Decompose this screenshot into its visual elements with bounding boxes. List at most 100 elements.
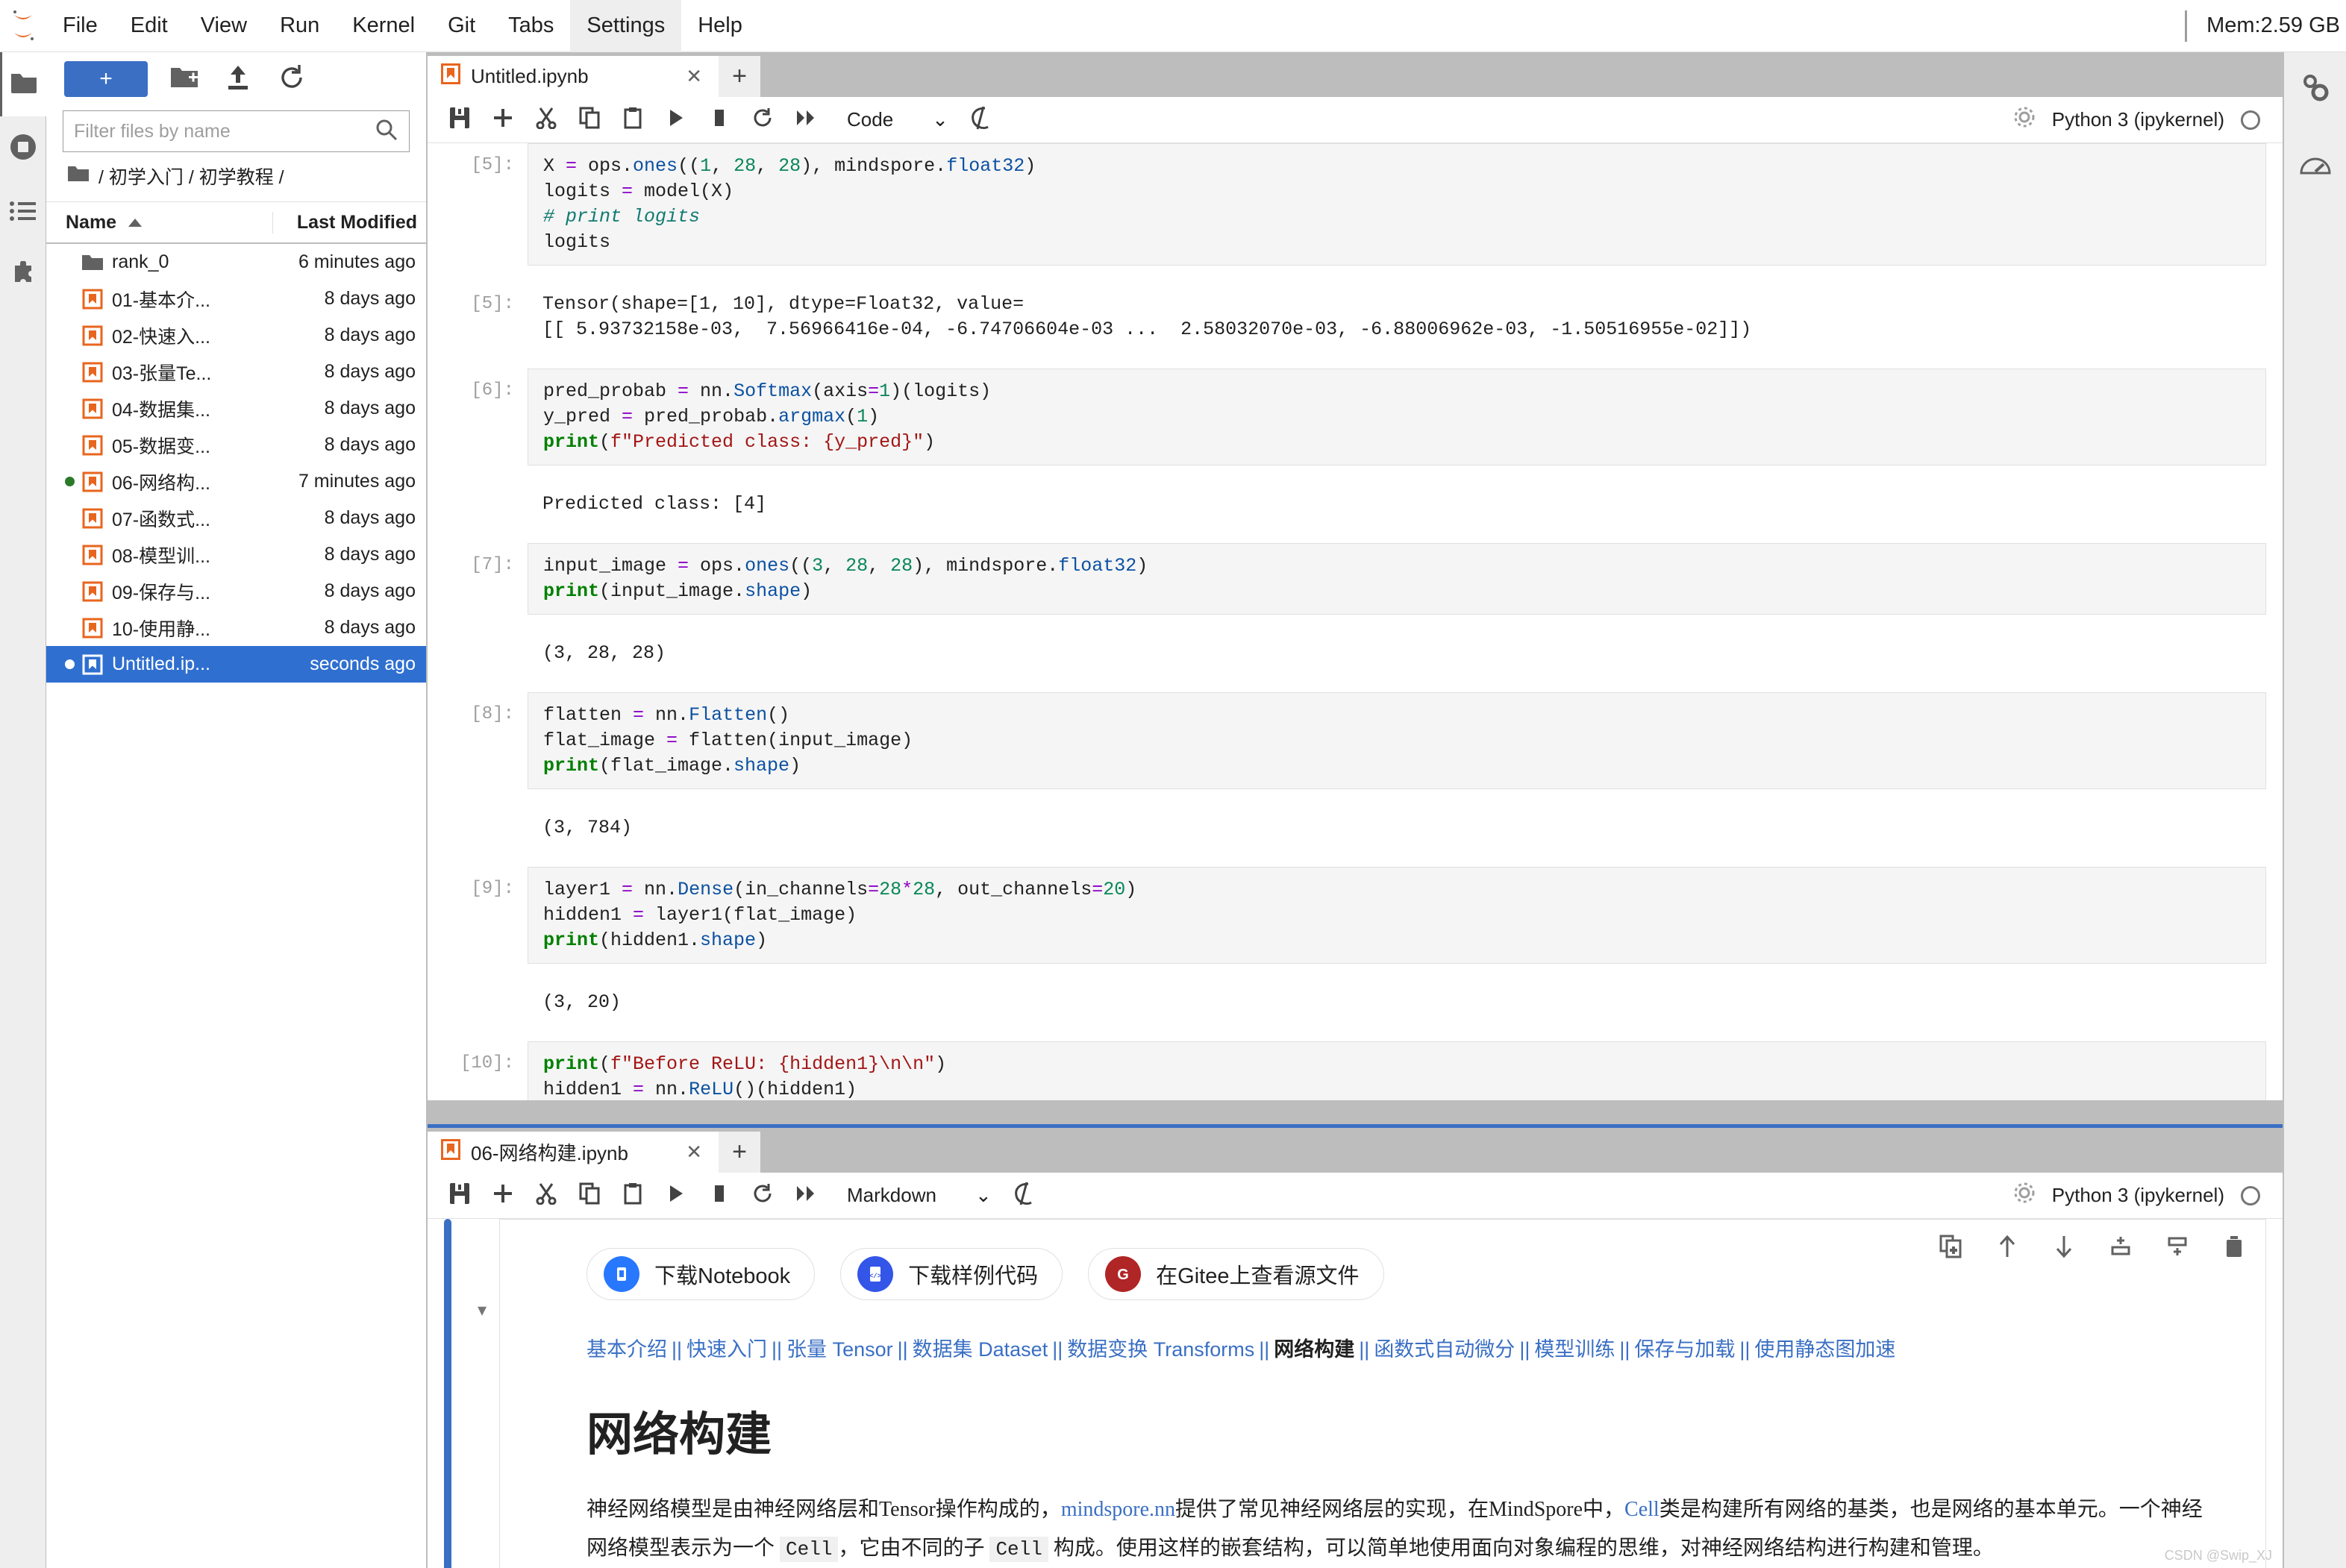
kernel-indicator-top[interactable]: Python 3 (ipykernel): [2013, 106, 2269, 134]
nav-link[interactable]: 函数式自动微分: [1374, 1338, 1515, 1361]
run-cell-button[interactable]: [657, 101, 695, 139]
sidebar-item-property-inspector[interactable]: [2284, 52, 2346, 127]
nav-link[interactable]: 张量 Tensor: [786, 1338, 893, 1361]
save-button[interactable]: [441, 101, 478, 139]
menu-file[interactable]: File: [46, 0, 114, 52]
new-tab-button[interactable]: +: [719, 56, 760, 97]
interrupt-kernel-button[interactable]: [701, 1177, 738, 1214]
sidebar-item-file-browser[interactable]: [0, 52, 46, 116]
file-list-item[interactable]: Untitled.ip... seconds ago: [46, 646, 426, 683]
inline-link[interactable]: Cell: [1624, 1498, 1660, 1521]
filter-files-box[interactable]: [63, 110, 410, 152]
duplicate-cell-icon[interactable]: [1936, 1232, 1965, 1261]
delete-cell-icon[interactable]: [2219, 1232, 2249, 1261]
nav-link[interactable]: 数据集 Dataset: [913, 1338, 1048, 1361]
file-list-item[interactable]: 05-数据变... 8 days ago: [46, 427, 426, 463]
notebook-trust-button[interactable]: [1005, 1177, 1042, 1214]
move-cell-up-icon[interactable]: [1992, 1232, 2022, 1261]
file-list-item[interactable]: 02-快速入... 8 days ago: [46, 317, 426, 354]
insert-cell-button[interactable]: [484, 101, 522, 139]
code-editor[interactable]: input_image = ops.ones((3, 28, 28), mind…: [528, 543, 2266, 615]
new-tab-button[interactable]: +: [719, 1132, 760, 1173]
nav-link[interactable]: 数据变换 Transforms: [1067, 1338, 1254, 1361]
nav-link[interactable]: 使用静态图加速: [1754, 1338, 1895, 1361]
cell-type-dropdown[interactable]: Code ⌄: [847, 108, 956, 131]
breadcrumb[interactable]: / 初学入门 / 初学教程 /: [46, 152, 426, 202]
restart-and-run-all-button[interactable]: [787, 101, 825, 139]
file-list-item[interactable]: 08-模型训... 8 days ago: [46, 536, 426, 573]
markdown-button-download-code[interactable]: </> 下载样例代码: [840, 1248, 1063, 1300]
menu-view[interactable]: View: [184, 0, 263, 52]
close-icon[interactable]: ✕: [669, 1141, 719, 1164]
file-list-item[interactable]: 03-张量Te... 8 days ago: [46, 354, 426, 390]
insert-cell-button[interactable]: [484, 1177, 522, 1214]
file-list-item[interactable]: 06-网络构... 7 minutes ago: [46, 463, 426, 500]
sidebar-item-running[interactable]: [0, 116, 46, 181]
sidebar-item-extensions[interactable]: [0, 245, 46, 309]
file-list-item[interactable]: 07-函数式... 8 days ago: [46, 500, 426, 536]
notebook-cell[interactable]: [6]: pred_probab = nn.Softmax(axis=1)(log…: [428, 369, 2283, 543]
code-editor[interactable]: pred_probab = nn.Softmax(axis=1)(logits)…: [528, 369, 2266, 465]
paste-cells-button[interactable]: [614, 101, 651, 139]
sidebar-item-table-of-contents[interactable]: [0, 181, 46, 245]
notebook-cell[interactable]: [9]: layer1 = nn.Dense(in_channels=28*28,…: [428, 867, 2283, 1041]
code-editor[interactable]: X = ops.ones((1, 28, 28), mindspore.floa…: [528, 143, 2266, 266]
menu-tabs[interactable]: Tabs: [492, 0, 570, 52]
column-header-last-modified[interactable]: Last Modified: [272, 211, 426, 233]
file-list-item[interactable]: 09-保存与... 8 days ago: [46, 573, 426, 609]
menu-run[interactable]: Run: [263, 0, 336, 52]
restart-and-run-all-button[interactable]: [787, 1177, 825, 1214]
refresh-file-list-button[interactable]: [275, 62, 309, 96]
nav-link[interactable]: 基本介绍: [586, 1338, 667, 1361]
copy-cells-button[interactable]: [571, 1177, 608, 1214]
notebook-cell[interactable]: [5]: X = ops.ones((1, 28, 28), mindspore.…: [428, 143, 2283, 369]
new-launcher-button[interactable]: +: [64, 61, 148, 97]
upload-files-button[interactable]: [221, 62, 255, 96]
code-editor[interactable]: flatten = nn.Flatten() flat_image = flat…: [528, 692, 2266, 789]
markdown-button-download-notebook[interactable]: 下载Notebook: [586, 1248, 816, 1300]
nav-link[interactable]: 快速入门: [686, 1338, 767, 1361]
notebook-trust-button[interactable]: [962, 101, 999, 139]
markdown-cell[interactable]: ▾ 下载Notebook </> 下载样例代码 G 在Gitee上查看源文件 基本介绍 || 快…: [428, 1219, 2283, 1568]
restart-kernel-button[interactable]: [744, 1177, 781, 1214]
menu-git[interactable]: Git: [431, 0, 492, 52]
new-folder-button[interactable]: [167, 62, 201, 96]
file-list-item[interactable]: 01-基本介... 8 days ago: [46, 280, 426, 317]
copy-cells-button[interactable]: [571, 101, 608, 139]
tab-06-网络构建-ipynb[interactable]: 06-网络构建.ipynb ✕: [428, 1132, 719, 1173]
kernel-indicator-bottom[interactable]: Python 3 (ipykernel): [2013, 1182, 2269, 1209]
notebook-cell[interactable]: [7]: input_image = ops.ones((3, 28, 28), …: [428, 543, 2283, 692]
interrupt-kernel-button[interactable]: [701, 101, 738, 139]
horizontal-scrollbar-top[interactable]: [428, 1100, 2283, 1112]
file-list-item[interactable]: 04-数据集... 8 days ago: [46, 390, 426, 427]
cell-type-dropdown[interactable]: Markdown ⌄: [847, 1184, 999, 1207]
menu-kernel[interactable]: Kernel: [336, 0, 431, 52]
insert-cell-above-icon[interactable]: [2106, 1232, 2136, 1261]
tab-untitled-ipynb[interactable]: Untitled.ipynb ✕: [428, 56, 719, 97]
move-cell-down-icon[interactable]: [2049, 1232, 2079, 1261]
menu-help[interactable]: Help: [681, 0, 759, 52]
insert-cell-below-icon[interactable]: [2162, 1232, 2192, 1261]
file-list-item[interactable]: 10-使用静... 8 days ago: [46, 609, 426, 646]
paste-cells-button[interactable]: [614, 1177, 651, 1214]
inline-link[interactable]: mindspore.nn: [1061, 1498, 1175, 1521]
code-editor[interactable]: layer1 = nn.Dense(in_channels=28*28, out…: [528, 867, 2266, 964]
menu-edit[interactable]: Edit: [114, 0, 184, 52]
cut-cells-button[interactable]: [528, 1177, 565, 1214]
column-header-name[interactable]: Name: [46, 212, 272, 233]
nav-link[interactable]: 模型训练: [1534, 1338, 1615, 1361]
menu-settings[interactable]: Settings: [570, 0, 682, 52]
cut-cells-button[interactable]: [528, 101, 565, 139]
sidebar-item-debugger[interactable]: [2284, 127, 2346, 201]
markdown-button-gitee[interactable]: G 在Gitee上查看源文件: [1088, 1248, 1384, 1300]
restart-kernel-button[interactable]: [744, 101, 781, 139]
search-input[interactable]: [74, 120, 375, 142]
close-icon[interactable]: ✕: [669, 65, 719, 88]
collapse-heading-toggle[interactable]: ▾: [465, 1219, 499, 1568]
save-button[interactable]: [441, 1177, 478, 1214]
notebook-cell[interactable]: [8]: flatten = nn.Flatten() flat_image = …: [428, 692, 2283, 867]
active-cell-indicator: [444, 1219, 451, 1568]
file-list-item[interactable]: rank_0 6 minutes ago: [46, 244, 426, 280]
nav-link[interactable]: 保存与加载: [1634, 1338, 1735, 1361]
run-cell-button[interactable]: [657, 1177, 695, 1214]
